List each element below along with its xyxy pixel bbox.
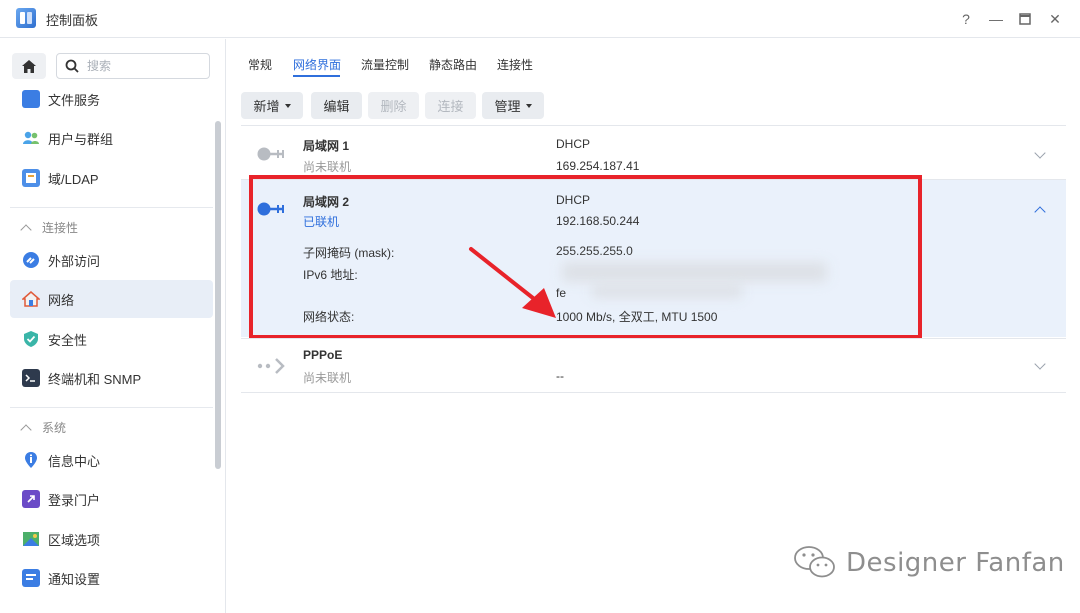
interface-name: 局域网 1 xyxy=(303,139,350,153)
ldap-icon xyxy=(22,169,40,187)
sidebar-item-network[interactable]: 网络 xyxy=(10,280,213,318)
active-tab-indicator xyxy=(293,75,340,77)
search-icon xyxy=(65,59,79,73)
external-access-icon xyxy=(22,251,40,269)
sidebar-item-notification[interactable]: 通知设置 xyxy=(10,559,213,597)
tab-network-interface[interactable]: 网络界面 xyxy=(293,56,341,73)
interface-ip: -- xyxy=(556,369,564,383)
sidebar-item-label: 外部访问 xyxy=(48,253,101,269)
wechat-logo-icon xyxy=(794,546,835,578)
section-system[interactable]: 系统 xyxy=(20,419,67,436)
search-input[interactable] xyxy=(87,57,203,75)
create-button-label: 新增 xyxy=(253,99,280,114)
dropdown-caret-icon xyxy=(525,103,532,108)
chevron-up-icon xyxy=(20,223,32,236)
sidebar-item-file-service[interactable]: 文件服务 xyxy=(10,80,213,118)
manage-button[interactable]: 管理 xyxy=(482,92,544,119)
pppoe-icon xyxy=(257,358,285,374)
tab-static-route[interactable]: 静态路由 xyxy=(429,56,477,73)
list-divider xyxy=(241,338,1066,339)
interface-status: 尚未联机 xyxy=(303,371,352,385)
home-icon xyxy=(22,59,36,73)
home-button[interactable] xyxy=(12,53,46,79)
watermark-text: Designer Fanfan xyxy=(846,548,1065,578)
chevron-down-icon[interactable] xyxy=(1034,358,1046,370)
interface-status: 尚未联机 xyxy=(303,160,352,174)
sidebar-item-label: 登录门户 xyxy=(48,492,101,508)
terminal-icon xyxy=(22,369,40,387)
dropdown-caret-icon xyxy=(284,103,291,108)
annotation-arrow-icon xyxy=(469,247,556,318)
interface-mode: DHCP xyxy=(556,137,591,151)
manage-button-label: 管理 xyxy=(494,99,521,114)
chevron-up-icon xyxy=(20,423,32,436)
tab-connectivity[interactable]: 连接性 xyxy=(497,56,533,73)
connect-button[interactable]: 连接 xyxy=(425,92,476,119)
divider xyxy=(10,407,213,408)
section-label: 连接性 xyxy=(42,221,79,235)
maximize-button[interactable] xyxy=(1014,8,1036,30)
sidebar-item-label: 文件服务 xyxy=(48,92,101,108)
sidebar-item-label: 终端机和 SNMP xyxy=(48,371,142,387)
chevron-down-icon[interactable] xyxy=(1034,147,1046,159)
sidebar-item-label: 网络 xyxy=(48,292,75,308)
sidebar: 文件服务 用户与群组 域/LDAP 连接性 外部访问 网络 安全性 xyxy=(0,39,226,613)
shield-icon xyxy=(22,330,40,348)
sidebar-item-users[interactable]: 用户与群组 xyxy=(10,119,213,157)
sidebar-scrollbar[interactable] xyxy=(215,121,221,469)
sidebar-item-label: 域/LDAP xyxy=(48,171,99,187)
sidebar-item-ldap[interactable]: 域/LDAP xyxy=(10,159,213,197)
sidebar-item-info-center[interactable]: 信息中心 xyxy=(10,441,213,479)
sidebar-item-label: 安全性 xyxy=(48,332,88,348)
sidebar-item-label: 信息中心 xyxy=(48,453,101,469)
users-icon xyxy=(22,129,40,147)
sidebar-item-label: 区域选项 xyxy=(48,532,101,548)
list-divider xyxy=(241,392,1066,393)
sidebar-item-label: 用户与群组 xyxy=(48,131,114,147)
highlight-box xyxy=(249,175,922,339)
list-divider xyxy=(241,125,1066,126)
divider xyxy=(10,207,213,208)
sidebar-item-external-access[interactable]: 外部访问 xyxy=(10,241,213,279)
sidebar-item-security[interactable]: 安全性 xyxy=(10,320,213,358)
lan-disconnected-icon xyxy=(257,147,284,161)
regional-options-icon xyxy=(22,530,40,548)
edit-button[interactable]: 编辑 xyxy=(311,92,362,119)
tab-general[interactable]: 常规 xyxy=(248,56,272,73)
maximize-icon xyxy=(1019,13,1031,25)
sidebar-item-label: 通知设置 xyxy=(48,571,101,587)
interface-name: PPPoE xyxy=(303,348,343,362)
minimize-button[interactable]: — xyxy=(985,8,1007,30)
notification-icon xyxy=(22,569,40,587)
info-center-icon xyxy=(22,451,40,469)
sidebar-item-terminal-snmp[interactable]: 终端机和 SNMP xyxy=(10,359,213,397)
sidebar-item-regional-options[interactable]: 区域选项 xyxy=(10,520,213,558)
help-button[interactable]: ? xyxy=(955,8,977,30)
tab-traffic-control[interactable]: 流量控制 xyxy=(361,56,409,73)
network-icon xyxy=(21,290,41,308)
interface-ip: 169.254.187.41 xyxy=(556,159,640,173)
section-connectivity[interactable]: 连接性 xyxy=(20,219,79,236)
window-title: 控制面板 xyxy=(46,13,99,28)
section-label: 系统 xyxy=(42,421,67,435)
create-button[interactable]: 新增 xyxy=(241,92,303,119)
delete-button[interactable]: 删除 xyxy=(368,92,419,119)
sidebar-item-login-portal[interactable]: 登录门户 xyxy=(10,480,213,518)
title-bar: 控制面板 ? — ✕ xyxy=(0,0,1080,38)
login-portal-icon xyxy=(22,490,40,508)
control-panel-icon xyxy=(16,8,36,28)
search-box[interactable] xyxy=(56,53,210,79)
file-service-icon xyxy=(22,90,40,108)
close-button[interactable]: ✕ xyxy=(1044,8,1066,30)
